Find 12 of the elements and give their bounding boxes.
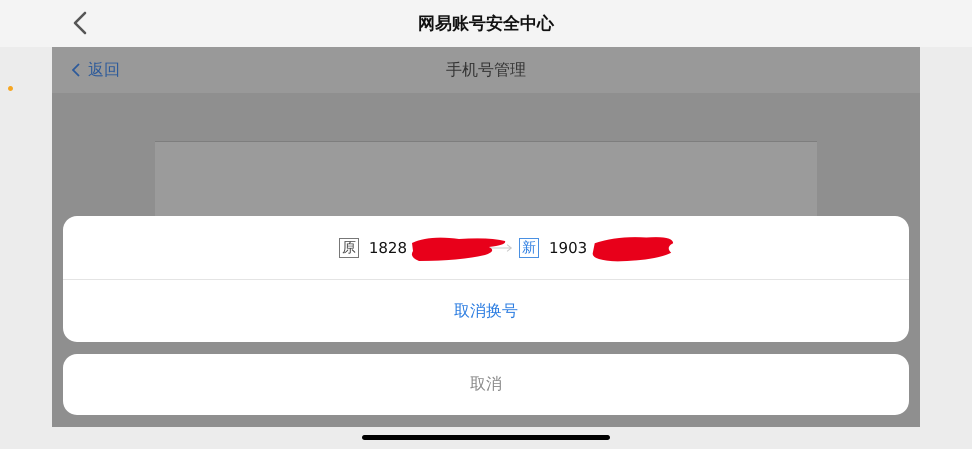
cancel-button[interactable]: 取消 — [63, 354, 909, 415]
old-badge: 原 — [338, 238, 359, 258]
chevron-icon — [72, 63, 80, 77]
page-title: 手机号管理 — [446, 60, 526, 80]
back-icon[interactable] — [73, 11, 87, 35]
new-badge: 新 — [519, 238, 539, 258]
new-number: 1903 — [549, 238, 588, 256]
old-number: 1828 — [368, 238, 407, 256]
cancel-change-button[interactable]: 取消换号 — [63, 280, 909, 342]
indicator-dot — [8, 86, 13, 91]
back-link[interactable]: 返回 — [72, 60, 120, 80]
nav-title: 网易账号安全中心 — [418, 13, 554, 35]
